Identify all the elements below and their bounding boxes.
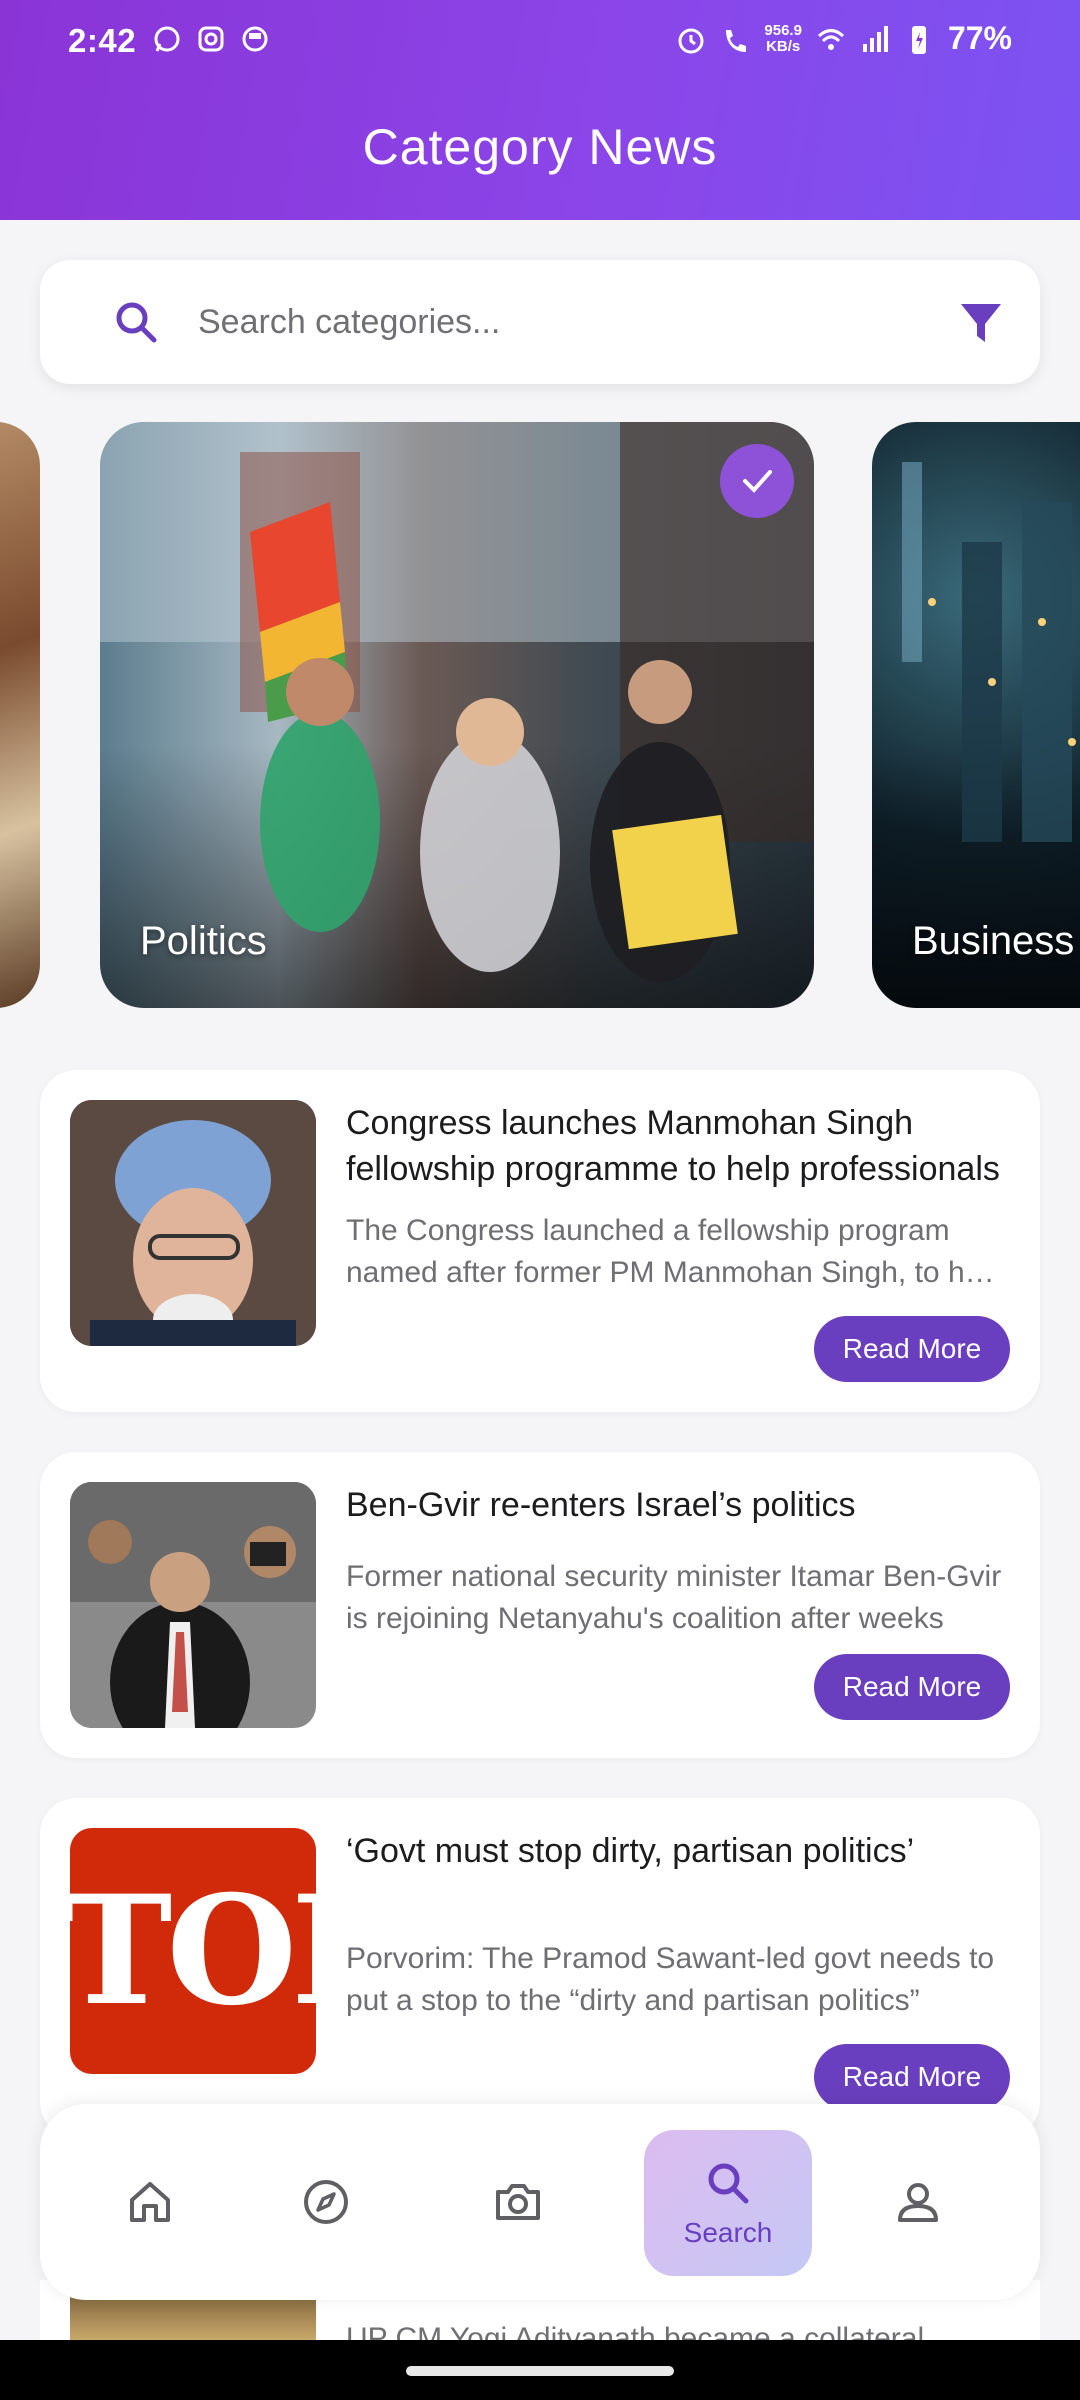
filter-icon[interactable]: [958, 300, 1004, 346]
status-bar: 2:42 956.9 KB/s 77%: [0, 0, 1080, 84]
search-bar: [40, 260, 1040, 384]
camera-icon: [496, 2184, 540, 2220]
notification-icons: [152, 24, 270, 54]
news-card[interactable]: Ben-Gvir re-enters Israel’s politics For…: [40, 1452, 1040, 1758]
app-notification-icon: [240, 24, 270, 54]
news-description: Former national security minister Itamar…: [346, 1560, 1002, 1635]
toi-logo: TOI: [70, 1863, 316, 2039]
news-thumbnail: [70, 1482, 316, 1728]
news-title[interactable]: Congress launches Manmohan Singh fellows…: [346, 1100, 1010, 1192]
read-more-button[interactable]: Read More: [814, 1654, 1010, 1720]
nav-profile[interactable]: [868, 2104, 968, 2300]
wifi-icon: [816, 22, 846, 56]
news-title[interactable]: Ben-Gvir re-enters Israel’s politics: [346, 1482, 1010, 1528]
status-right: 956.9 KB/s 77%: [676, 20, 1012, 57]
network-speed: 956.9 KB/s: [764, 21, 802, 55]
news-thumbnail: [70, 1100, 316, 1346]
category-label-politics: Politics: [140, 919, 267, 963]
whatsapp-icon: [152, 24, 182, 54]
wifi-call-icon: [720, 22, 750, 56]
search-input[interactable]: [198, 292, 958, 352]
search-icon: [708, 2163, 749, 2204]
nav-search-label: Search: [683, 2217, 773, 2248]
net-speed-value: 956.9: [764, 21, 802, 39]
nav-camera[interactable]: [468, 2104, 568, 2300]
status-time: 2:42: [68, 22, 137, 59]
signal-icon: [860, 22, 890, 56]
category-card-business[interactable]: Business: [872, 422, 1080, 1008]
selected-check-icon: [720, 444, 794, 518]
bottom-nav: Search: [40, 2104, 1040, 2300]
news-description: The Congress launched a fellowship progr…: [346, 1214, 1005, 1289]
profile-icon: [898, 2183, 938, 2222]
category-card[interactable]: [0, 422, 40, 1008]
instagram-icon: [196, 24, 226, 54]
news-card[interactable]: Congress launches Manmohan Singh fellows…: [40, 1070, 1040, 1412]
category-carousel: Politics Business: [0, 422, 1080, 1010]
search-icon: [112, 298, 160, 346]
battery-icon: [904, 22, 934, 56]
category-label-business: Business: [912, 919, 1075, 963]
battery-percent: 77%: [947, 20, 1012, 56]
read-more-button[interactable]: Read More: [814, 1316, 1010, 1382]
news-card[interactable]: TOI ‘Govt must stop dirty, partisan poli…: [40, 1798, 1040, 2138]
category-card-politics[interactable]: Politics: [100, 422, 814, 1008]
nav-home[interactable]: [100, 2104, 200, 2300]
compass-icon: [304, 2180, 348, 2224]
read-more-button[interactable]: Read More: [814, 2044, 1010, 2110]
home-icon: [130, 2182, 170, 2222]
nav-search[interactable]: Search: [644, 2130, 812, 2276]
app-header: 2:42 956.9 KB/s 77% Category News: [0, 0, 1080, 220]
news-description: Porvorim: The Pramod Sawant-led govt nee…: [346, 1942, 995, 2017]
news-thumbnail: TOI: [70, 1828, 316, 2074]
news-title[interactable]: ‘Govt must stop dirty, partisan politics…: [346, 1828, 1010, 1874]
alarm-icon: [676, 22, 706, 56]
system-nav-bar: [0, 2340, 1080, 2400]
net-speed-unit: KB/s: [766, 37, 801, 55]
nav-explore[interactable]: [276, 2104, 376, 2300]
page-title: Category News: [362, 119, 718, 175]
home-indicator[interactable]: [406, 2366, 674, 2376]
